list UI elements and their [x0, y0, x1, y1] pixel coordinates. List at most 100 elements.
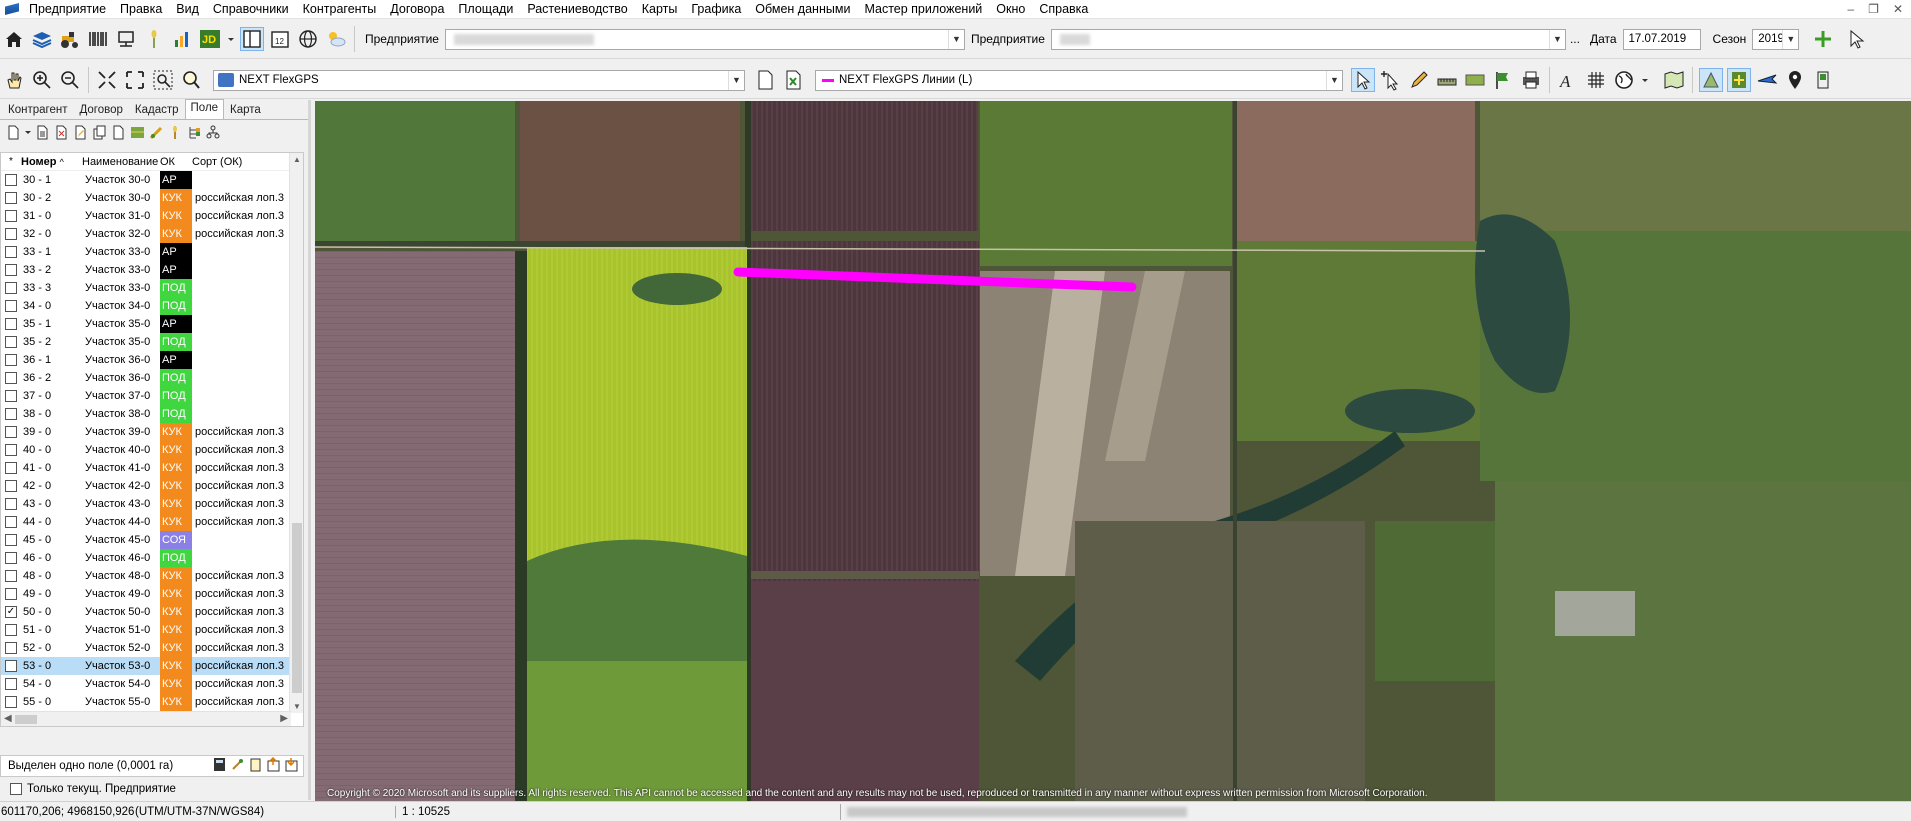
menu-item[interactable]: Растениеводство — [520, 0, 634, 19]
table-row[interactable]: 53 - 0 Участок 53-0 КУК российская лоп.3, — [1, 657, 303, 675]
hand-pan-icon[interactable] — [2, 68, 26, 92]
header-number[interactable]: Номер ^ — [21, 156, 82, 168]
table-row[interactable]: 43 - 0 Участок 43-0 КУК российская лоп.3, — [1, 495, 303, 513]
table-row[interactable]: 30 - 1 Участок 30-0 АР — [1, 171, 303, 189]
scale-icon[interactable] — [114, 27, 138, 51]
pin-tool-icon[interactable] — [166, 123, 185, 142]
table-row[interactable]: 46 - 0 Участок 46-0 ПОД — [1, 549, 303, 567]
calendar-icon[interactable]: 12 — [268, 27, 292, 51]
menu-item[interactable]: Площади — [451, 0, 520, 19]
row-checkbox[interactable] — [5, 282, 17, 294]
row-checkbox[interactable] — [5, 174, 17, 186]
row-checkbox[interactable] — [5, 588, 17, 600]
row-checkbox[interactable] — [5, 264, 17, 276]
scroll-down-icon[interactable]: ▼ — [290, 702, 303, 711]
calculator-icon[interactable] — [212, 757, 227, 775]
export-icon[interactable] — [266, 756, 281, 775]
tab-item[interactable]: Кадастр — [129, 101, 185, 119]
row-checkbox[interactable] — [5, 336, 17, 348]
row-checkbox[interactable] — [5, 318, 17, 330]
add-icon[interactable] — [1811, 27, 1835, 51]
row-checkbox[interactable] — [5, 660, 17, 672]
collapse-icon[interactable] — [95, 68, 119, 92]
harvest-icon[interactable] — [147, 123, 166, 142]
add-select-icon[interactable] — [1379, 68, 1403, 92]
airplane-icon[interactable] — [1755, 68, 1779, 92]
duplicate-icon[interactable] — [90, 123, 109, 142]
text-label-icon[interactable]: A — [1556, 68, 1580, 92]
row-checkbox[interactable] — [5, 426, 17, 438]
print-icon[interactable] — [1519, 68, 1543, 92]
menu-item[interactable]: Справочники — [206, 0, 296, 19]
table-row[interactable]: 35 - 2 Участок 35-0 ПОД — [1, 333, 303, 351]
pin-satellite-icon[interactable] — [1699, 68, 1723, 92]
table-row[interactable]: 55 - 0 Участок 55-0 КУК российская лоп.3, — [1, 693, 303, 711]
table-row[interactable]: 32 - 0 Участок 32-0 КУК российская лоп.3, — [1, 225, 303, 243]
row-checkbox[interactable] — [5, 624, 17, 636]
pencil-icon[interactable] — [1407, 68, 1431, 92]
checkbox[interactable] — [10, 783, 22, 795]
tab-item[interactable]: Поле — [184, 99, 225, 119]
world-icon[interactable] — [1612, 68, 1636, 92]
row-checkbox[interactable] — [5, 300, 17, 312]
date-field[interactable]: 17.07.2019 — [1622, 28, 1701, 50]
location-pin-icon[interactable] — [1783, 68, 1807, 92]
table-row[interactable]: 40 - 0 Участок 40-0 КУК российская лоп.3, — [1, 441, 303, 459]
table-row[interactable]: 38 - 0 Участок 38-0 ПОД — [1, 405, 303, 423]
crop-icon[interactable] — [142, 27, 166, 51]
expand-icon[interactable] — [123, 68, 147, 92]
table-row[interactable]: ✓ 50 - 0 Участок 50-0 КУК российская лоп.3, — [1, 603, 303, 621]
chevron-down-icon[interactable]: ▼ — [1782, 29, 1798, 49]
barcode-icon[interactable] — [86, 27, 110, 51]
menu-item[interactable]: Предприятие — [22, 0, 113, 19]
table-row[interactable]: 54 - 0 Участок 54-0 КУК российская лоп.3, — [1, 675, 303, 693]
scrollbar-thumb[interactable] — [292, 523, 302, 693]
vertical-scrollbar[interactable]: ▲ ▼ — [289, 153, 303, 713]
menu-item[interactable]: Вид — [169, 0, 206, 19]
map-view[interactable]: Copyright © 2020 Microsoft and its suppl… — [315, 101, 1911, 801]
menu-item[interactable]: Обмен данными — [748, 0, 857, 19]
row-checkbox[interactable] — [5, 444, 17, 456]
table-row[interactable]: 44 - 0 Участок 44-0 КУК российская лоп.3, — [1, 513, 303, 531]
row-checkbox[interactable] — [5, 372, 17, 384]
table-row[interactable]: 33 - 3 Участок 33-0 ПОД — [1, 279, 303, 297]
chevron-down-icon[interactable] — [226, 27, 236, 51]
panel-toggle-icon[interactable] — [240, 27, 264, 51]
menu-item[interactable]: Окно — [989, 0, 1032, 19]
tree-icon[interactable] — [185, 123, 204, 142]
header-sort[interactable]: Сорт (ОК) — [192, 156, 284, 168]
gps-lines-combo[interactable]: NEXT FlexGPS Линии (L) ▼ — [815, 69, 1343, 91]
restore-icon[interactable]: ❐ — [1868, 2, 1879, 16]
zoom-out-icon[interactable] — [58, 68, 82, 92]
gps-device-icon[interactable] — [1811, 68, 1835, 92]
row-checkbox[interactable] — [5, 678, 17, 690]
menu-item[interactable]: Справка — [1032, 0, 1095, 19]
scroll-left-icon[interactable]: ◀ — [4, 713, 12, 724]
weather-icon[interactable] — [324, 27, 348, 51]
jd-icon[interactable]: JD — [198, 27, 222, 51]
table-row[interactable]: 30 - 2 Участок 30-0 КУК российская лоп.3, — [1, 189, 303, 207]
tab-item[interactable]: Карта — [224, 101, 267, 119]
close-icon[interactable]: ✕ — [1893, 2, 1903, 16]
excel-export-icon[interactable] — [781, 68, 805, 92]
new-document-icon[interactable] — [753, 68, 777, 92]
zoom-in-icon[interactable] — [30, 68, 54, 92]
table-row[interactable]: 36 - 1 Участок 36-0 АР — [1, 351, 303, 369]
zoom-extent-icon[interactable] — [151, 68, 175, 92]
globe-icon[interactable] — [296, 27, 320, 51]
table-row[interactable]: 39 - 0 Участок 39-0 КУК российская лоп.3, — [1, 423, 303, 441]
import-icon[interactable] — [284, 757, 299, 775]
menu-item[interactable]: Графика — [684, 0, 748, 19]
row-checkbox[interactable] — [5, 390, 17, 402]
open-record-icon[interactable] — [109, 123, 128, 142]
row-checkbox[interactable]: ✓ — [5, 606, 17, 618]
map-icon[interactable] — [1662, 68, 1686, 92]
flag-icon[interactable] — [1491, 68, 1515, 92]
map-layer-combo[interactable]: NEXT FlexGPS ▼ — [213, 69, 745, 91]
row-checkbox[interactable] — [5, 192, 17, 204]
row-checkbox[interactable] — [5, 516, 17, 528]
menu-item[interactable]: Правка — [113, 0, 169, 19]
scroll-up-icon[interactable]: ▲ — [290, 155, 303, 164]
menu-item[interactable]: Договора — [383, 0, 451, 19]
edit-record-icon[interactable] — [71, 123, 90, 142]
